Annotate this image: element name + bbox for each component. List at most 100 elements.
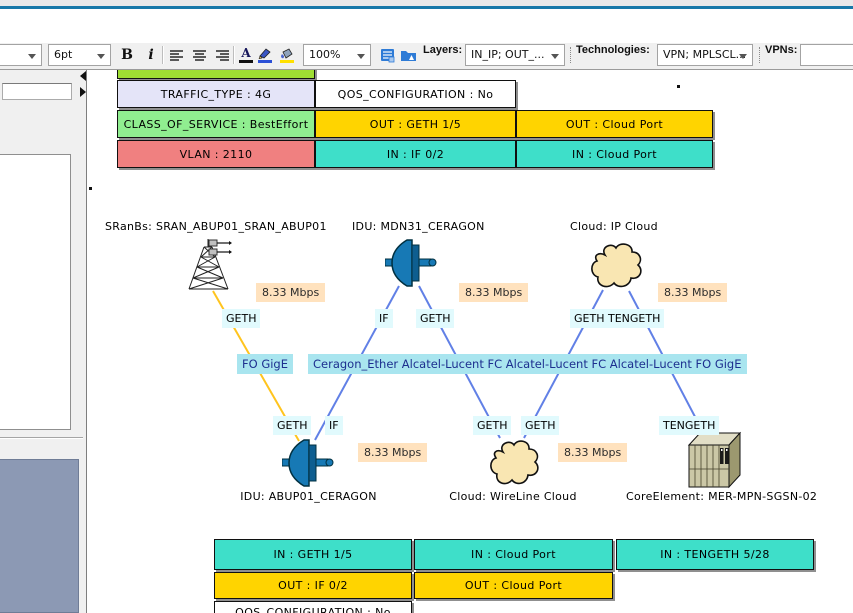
layers-combo[interactable]: IN_IP; OUT_... — [465, 44, 565, 66]
fill-bucket-button[interactable] — [278, 44, 296, 66]
bandwidth-badge[interactable]: 8.33 Mbps — [558, 443, 627, 462]
font-family-combo[interactable] — [0, 44, 42, 66]
port-label[interactable]: GETH — [521, 416, 559, 435]
chevron-down-icon — [357, 54, 365, 59]
main-area: TRAFFIC_TYPE : 4G QOS_CONFIGURATION : No… — [0, 70, 853, 613]
bucket-color-swatch — [280, 60, 294, 63]
notes-button[interactable] — [379, 44, 396, 66]
notes-icon — [380, 48, 396, 63]
align-right-icon — [216, 49, 230, 62]
port-label[interactable]: GETH — [273, 416, 311, 435]
vpns-field[interactable] — [800, 44, 853, 66]
splitter-expand-icon[interactable] — [80, 87, 86, 97]
in-geth-cell[interactable]: IN : GETH 1/5 — [214, 539, 412, 570]
diagram-canvas[interactable]: TRAFFIC_TYPE : 4G QOS_CONFIGURATION : No… — [88, 70, 853, 613]
idu-device-icon[interactable] — [385, 238, 437, 292]
port-label[interactable]: TENGETH — [604, 309, 664, 328]
cloud-icon[interactable] — [588, 240, 644, 296]
pen-icon — [258, 48, 272, 59]
port-label[interactable]: GETH — [473, 416, 511, 435]
bucket-icon — [280, 48, 294, 59]
node-label-core[interactable]: CoreElement: MER-MPN-SGSN-02 — [626, 490, 807, 503]
toolbar-separator — [233, 46, 235, 64]
sidebar-divider — [0, 437, 83, 439]
node-label-abup01[interactable]: IDU: ABUP01_CERAGON — [239, 490, 378, 503]
core-element-icon[interactable] — [687, 431, 742, 493]
toolbar: 6pt B i A — [0, 43, 853, 70]
align-center-button[interactable] — [189, 44, 211, 66]
cloud-icon[interactable] — [487, 437, 541, 493]
bandwidth-badge[interactable]: 8.33 Mbps — [358, 443, 427, 462]
qos-cell-clipped[interactable]: QOS_CONFIGURATION : No — [214, 601, 412, 613]
layers-label: Layers: — [423, 44, 462, 66]
left-sidebar — [0, 70, 87, 613]
bandwidth-badge[interactable]: 8.33 Mbps — [256, 283, 325, 302]
class-of-service-cell[interactable]: CLASS_OF_SERVICE : BestEffort — [117, 110, 315, 138]
sidebar-overview-panel[interactable] — [0, 459, 79, 613]
folder-icon — [400, 48, 417, 62]
in-if-cell[interactable]: IN : IF 0/2 — [315, 140, 516, 168]
align-right-button[interactable] — [212, 44, 234, 66]
toolbar-separator — [759, 47, 760, 63]
node-label-sranbs[interactable]: SRanBs: SRAN_ABUP01_SRAN_ABUP01 — [105, 220, 318, 233]
bandwidth-badge[interactable]: 8.33 Mbps — [658, 283, 727, 302]
chevron-down-icon — [28, 54, 36, 59]
anchor-dot — [89, 187, 92, 190]
font-color-button[interactable]: A — [237, 44, 255, 66]
in-cloud-port-cell[interactable]: IN : Cloud Port — [414, 539, 613, 570]
qos-cell[interactable]: QOS_CONFIGURATION : No — [315, 80, 516, 108]
chevron-down-icon — [97, 54, 105, 59]
vpns-label: VPNs: — [765, 44, 797, 66]
font-size-combo[interactable]: 6pt — [48, 44, 111, 66]
port-label[interactable]: IF — [325, 416, 343, 435]
align-left-button[interactable] — [166, 44, 188, 66]
zoom-combo[interactable]: 100% — [303, 44, 371, 66]
highlight-pen-button[interactable] — [256, 44, 274, 66]
link-label-chain[interactable]: Ceragon_Ether Alcatel-Lucent FC Alcatel-… — [308, 354, 747, 374]
vlan-cell[interactable]: VLAN : 2110 — [117, 140, 315, 168]
toolbar-separator — [162, 46, 164, 64]
zoom-value: 100% — [309, 48, 340, 61]
header-gap — [0, 9, 853, 43]
technologies-value: VPN; MPLSCL... — [663, 48, 746, 61]
node-label-wireline[interactable]: Cloud: WireLine Cloud — [449, 490, 577, 503]
traffic-type-cell[interactable]: TRAFFIC_TYPE : 4G — [117, 80, 315, 108]
technologies-combo[interactable]: VPN; MPLSCL... — [657, 44, 753, 66]
app-window: 6pt B i A — [0, 0, 853, 613]
font-color-swatch — [239, 60, 253, 63]
sidebar-search-input[interactable] — [2, 83, 72, 100]
splitter-collapse-icon[interactable] — [80, 71, 86, 81]
pen-color-swatch — [258, 60, 272, 63]
technologies-label: Technologies: — [576, 44, 650, 66]
chevron-down-icon — [739, 54, 747, 59]
sidebar-list[interactable] — [0, 154, 71, 430]
out-if-cell[interactable]: OUT : IF 0/2 — [214, 572, 412, 599]
out-cloud-port-cell[interactable]: OUT : Cloud Port — [414, 572, 613, 599]
in-cloud-port-cell[interactable]: IN : Cloud Port — [516, 140, 713, 168]
out-geth-cell[interactable]: OUT : GETH 1/5 — [315, 110, 516, 138]
align-left-icon — [170, 49, 184, 62]
antenna-tower-icon[interactable] — [185, 237, 232, 295]
port-label[interactable]: IF — [375, 309, 393, 328]
bandwidth-badge[interactable]: 8.33 Mbps — [459, 283, 528, 302]
port-label[interactable]: GETH — [222, 309, 260, 328]
in-tengeth-cell[interactable]: IN : TENGETH 5/28 — [616, 539, 814, 570]
bold-icon: B — [121, 47, 133, 63]
open-layout-button[interactable] — [399, 44, 418, 66]
node-label-ip-cloud[interactable]: Cloud: IP Cloud — [570, 220, 658, 233]
out-cloud-port-cell[interactable]: OUT : Cloud Port — [516, 110, 713, 138]
node-label-mdn31[interactable]: IDU: MDN31_CERAGON — [352, 220, 477, 233]
port-label[interactable]: GETH — [570, 309, 608, 328]
bold-button[interactable]: B — [114, 44, 140, 66]
font-color-icon: A — [241, 47, 250, 59]
port-label[interactable]: TENGETH — [659, 416, 719, 435]
link-label-fo-gige[interactable]: FO GigE — [237, 354, 293, 374]
chevron-down-icon — [551, 54, 559, 59]
italic-icon: i — [148, 47, 153, 63]
port-label[interactable]: GETH — [416, 309, 454, 328]
layers-value: IN_IP; OUT_... — [471, 48, 544, 61]
idu-device-icon[interactable] — [282, 438, 334, 492]
top-table-cut-cell[interactable] — [117, 70, 315, 79]
anchor-dot — [677, 85, 680, 88]
italic-button[interactable]: i — [140, 44, 162, 66]
